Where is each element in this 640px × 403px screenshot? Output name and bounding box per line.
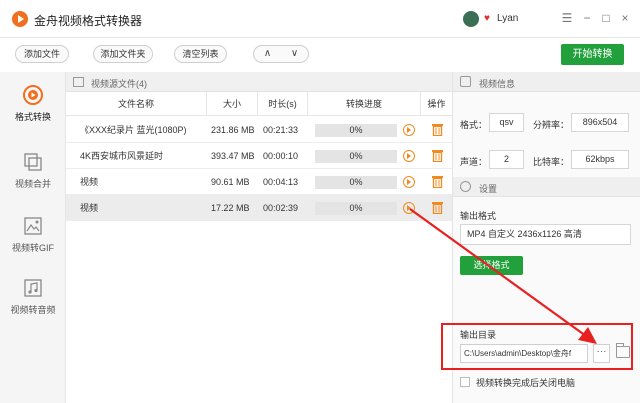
file-duration: 00:04:13 [263,177,299,187]
choose-format-button[interactable]: 选择格式 [460,256,523,275]
heart-icon: ♥ [484,13,490,24]
move-down-button[interactable]: ∨ [281,46,308,62]
annotation-highlight-box [441,323,633,370]
title-bar: 金舟视频格式转换器 ♥ Lyan ☰ − □ × [0,0,640,38]
sidebar-item-label: 格式转换 [14,112,51,122]
info-icon [460,76,471,87]
video-info-title: 视频信息 [479,79,516,89]
file-duration: 00:00:10 [263,151,299,161]
file-size: 17.22 MB [211,203,250,213]
source-files-count: 视频源文件(4) [91,79,147,89]
play-icon[interactable] [403,176,415,188]
audio-icon [24,279,42,297]
sidebar-item-video-merge[interactable]: 视频合并 [0,151,66,190]
video-info-header: 视频信息 [453,72,640,92]
settings-header: 设置 [453,177,640,197]
file-name: 视频 [80,177,99,187]
file-duration: 00:02:39 [263,203,299,213]
add-file-button[interactable]: 添加文件 [15,45,69,63]
resolution-value: 896x504 [571,113,629,132]
column-header-size: 大小 [207,92,258,116]
progress-bar: 0% [315,124,397,137]
file-name: 4K西安城市风景延时 [80,151,164,161]
menu-button[interactable]: ☰ [560,11,574,25]
username[interactable]: Lyan [497,13,518,24]
resolution-label: 分辨率： [533,120,570,130]
format-label: 格式： [460,120,488,130]
file-name: 视频 [80,203,99,213]
merge-icon [24,153,42,171]
column-header-duration: 时长(s) [258,92,308,116]
add-folder-button[interactable]: 添加文件夹 [93,45,153,63]
user-avatar[interactable] [463,11,479,27]
trash-icon[interactable] [432,175,443,188]
bitrate-value: 62kbps [571,150,629,169]
app-logo-icon [12,11,28,27]
maximize-button[interactable]: □ [599,11,613,25]
column-header-name: 文件名称 [66,92,207,116]
sidebar-item-video-gif[interactable]: 视频转GIF [0,215,66,254]
shutdown-label: 视频转换完成后关闭电脑 [476,378,576,388]
settings-title: 设置 [479,184,498,194]
reorder-buttons: ∧ ∨ [253,45,309,63]
source-files-header: 视频源文件(4) [66,72,452,92]
progress-bar: 0% [315,150,397,163]
trash-icon[interactable] [432,123,443,136]
trash-icon[interactable] [432,201,443,214]
column-header-actions: 操作 [421,92,452,116]
progress-bar: 0% [315,202,397,215]
shutdown-checkbox[interactable] [460,377,470,387]
minimize-button[interactable]: − [580,11,594,25]
bitrate-label: 比特率： [533,157,570,167]
output-format-label: 输出格式 [460,211,497,221]
sidebar: 格式转换 视频合并 视频转GIF 视频转音频 [0,72,66,403]
format-value: qsv [489,113,524,132]
gif-icon [24,217,42,235]
move-up-button[interactable]: ∧ [254,46,281,62]
gear-icon [460,181,471,192]
table-row[interactable]: 4K西安城市风景延时 393.47 MB 00:00:10 0% [66,143,452,169]
close-button[interactable]: × [618,11,632,25]
file-size: 231.86 MB [211,125,255,135]
play-icon[interactable] [403,124,415,136]
play-icon[interactable] [403,150,415,162]
table-row[interactable]: 视频 17.22 MB 00:02:39 0% [66,195,452,221]
file-duration: 00:21:33 [263,125,299,135]
file-name: 《XXX纪录片 蓝光(1080P) [80,125,187,135]
sidebar-item-label: 视频转音频 [10,305,56,315]
trash-icon[interactable] [432,149,443,162]
app-title: 金舟视频格式转换器 [34,14,143,28]
sidebar-item-label: 视频转GIF [12,243,54,253]
progress-bar: 0% [315,176,397,189]
start-convert-button[interactable]: 开始转换 [561,44,624,65]
output-format-field[interactable]: MP4 自定义 2436x1126 高清 [460,224,631,245]
table-row[interactable]: 视频 90.61 MB 00:04:13 0% [66,169,452,195]
toolbar: 添加文件 添加文件夹 清空列表 ∧ ∨ 开始转换 [0,38,640,72]
file-icon [73,77,84,87]
file-size: 393.47 MB [211,151,255,161]
play-icon[interactable] [403,202,415,214]
column-header-progress: 转换进度 [308,92,421,116]
file-size: 90.61 MB [211,177,250,187]
table-row[interactable]: 《XXX纪录片 蓝光(1080P) 231.86 MB 00:21:33 0% [66,117,452,143]
sidebar-item-label: 视频合并 [14,179,51,189]
file-list-panel: 视频源文件(4) 文件名称 大小 时长(s) 转换进度 操作 《XXX纪录片 蓝… [66,72,452,403]
channel-label: 声道： [460,157,488,167]
sidebar-item-format-convert[interactable]: 格式转换 [0,84,66,123]
convert-icon [23,85,43,105]
clear-list-button[interactable]: 清空列表 [174,45,227,63]
sidebar-item-video-audio[interactable]: 视频转音频 [0,277,66,316]
channel-value: 2 [489,150,524,169]
